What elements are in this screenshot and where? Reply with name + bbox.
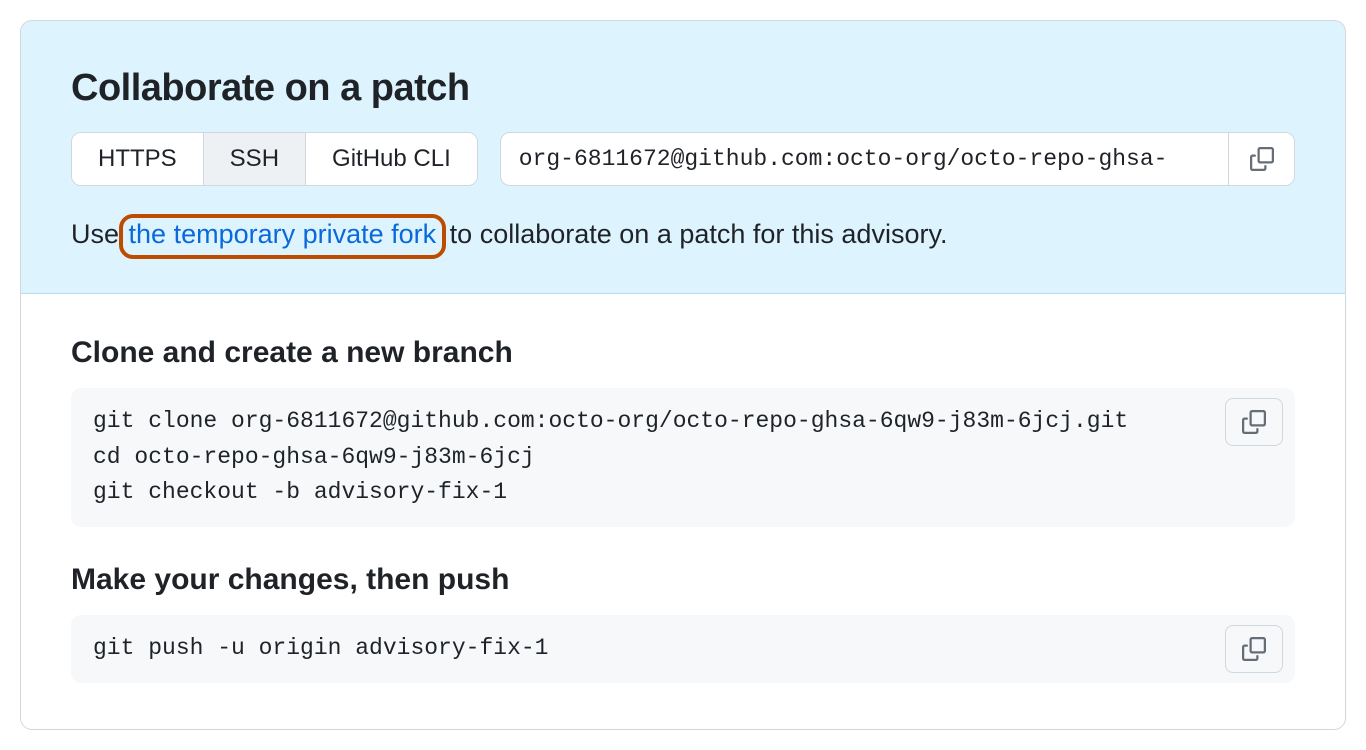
tab-ssh[interactable]: SSH [204, 133, 306, 185]
push-codeblock: git push -u origin advisory-fix-1 [71, 615, 1295, 683]
clone-url-row: HTTPS SSH GitHub CLI [71, 132, 1295, 186]
protocol-tabs: HTTPS SSH GitHub CLI [71, 132, 478, 186]
panel-body: Clone and create a new branch git clone … [21, 294, 1345, 729]
copy-icon [1242, 410, 1266, 434]
hint-suffix: to collaborate on a patch for this advis… [442, 219, 947, 249]
panel-header: Collaborate on a patch HTTPS SSH GitHub … [20, 20, 1346, 294]
copy-icon [1250, 147, 1274, 171]
clone-heading: Clone and create a new branch [71, 336, 1295, 370]
push-code[interactable]: git push -u origin advisory-fix-1 [93, 631, 1273, 667]
collaborate-panel: Collaborate on a patch HTTPS SSH GitHub … [20, 20, 1346, 730]
clone-url-field [500, 132, 1295, 186]
copy-clone-button[interactable] [1225, 398, 1283, 446]
copy-url-button[interactable] [1228, 133, 1294, 185]
panel-title: Collaborate on a patch [71, 67, 1295, 110]
clone-url-input[interactable] [501, 133, 1228, 185]
tab-https[interactable]: HTTPS [72, 133, 204, 185]
tab-github-cli[interactable]: GitHub CLI [306, 133, 477, 185]
clone-code[interactable]: git clone org-6811672@github.com:octo-or… [93, 404, 1273, 511]
clone-codeblock: git clone org-6811672@github.com:octo-or… [71, 388, 1295, 527]
temporary-private-fork-link[interactable]: the temporary private fork [129, 219, 437, 249]
push-heading: Make your changes, then push [71, 563, 1295, 597]
link-highlight: the temporary private fork [119, 214, 447, 259]
copy-icon [1242, 637, 1266, 661]
copy-push-button[interactable] [1225, 625, 1283, 673]
fork-hint: Use the temporary private fork to collab… [71, 214, 1295, 259]
